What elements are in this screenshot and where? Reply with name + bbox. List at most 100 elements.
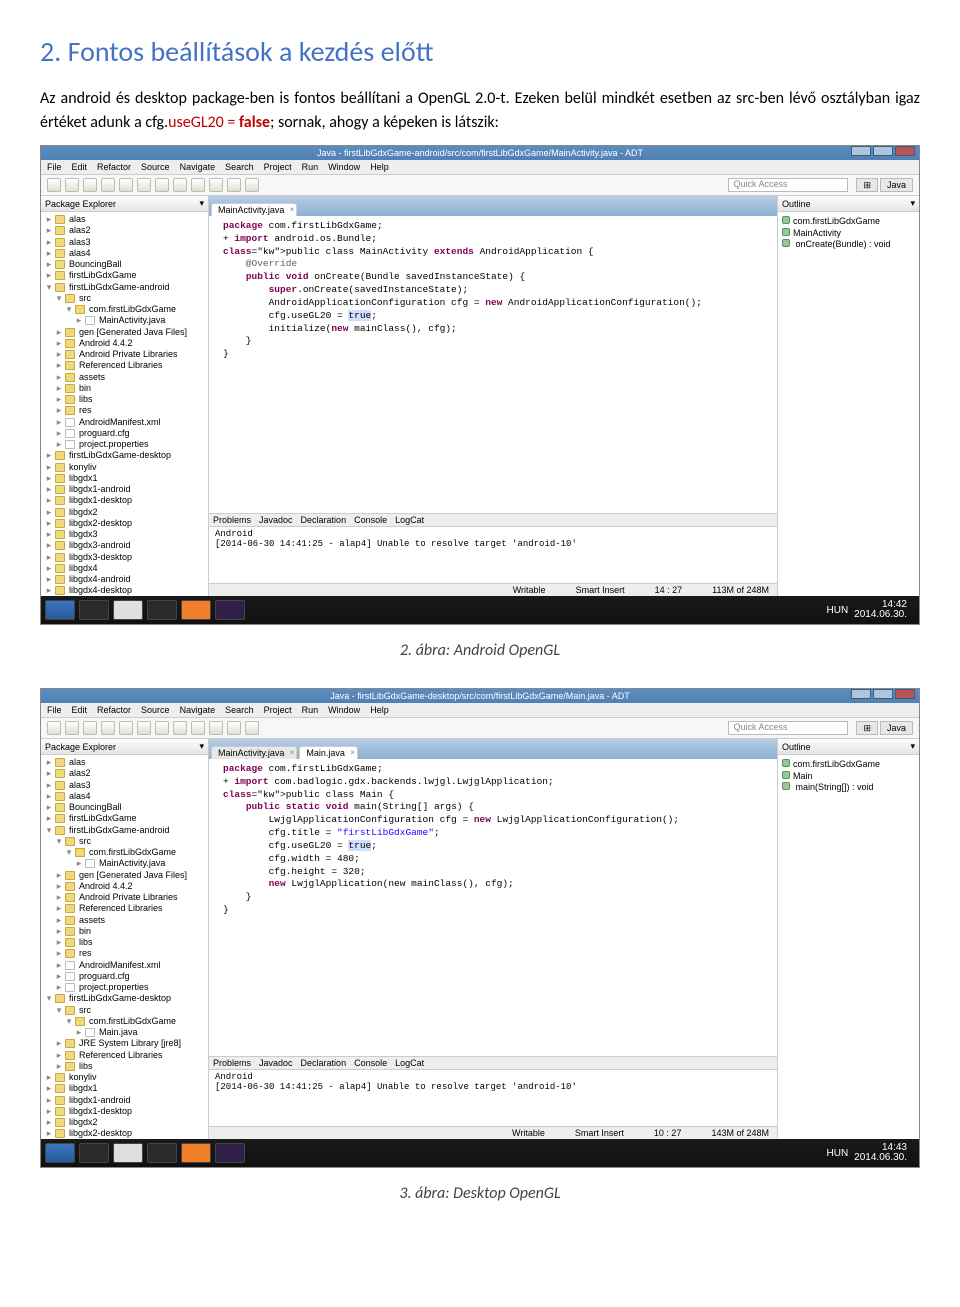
view-tab[interactable]: Outline▾	[778, 196, 919, 212]
system-tray[interactable]: HUN 14:42 2014.06.30.	[827, 600, 916, 621]
toolbar-button[interactable]	[101, 721, 115, 735]
view-tab[interactable]: Outline▾	[778, 739, 919, 755]
toolbar-button[interactable]	[137, 721, 151, 735]
tree-node[interactable]: ▸alas3	[45, 780, 204, 791]
project-tree[interactable]: ▸alas▸alas2▸alas3▸alas4▸BouncingBall▸fir…	[41, 755, 208, 1139]
tree-node[interactable]: ▸alas4	[45, 248, 204, 259]
outline-node[interactable]: com.firstLibGdxGame	[782, 759, 915, 771]
toolbar-button[interactable]	[191, 721, 205, 735]
tree-node[interactable]: ▸libgdx2-desktop	[45, 1128, 204, 1139]
tree-node[interactable]: ▾com.firstLibGdxGame	[45, 1016, 204, 1027]
toolbar-button[interactable]	[155, 178, 169, 192]
menu-item[interactable]: Search	[225, 705, 254, 715]
tree-node[interactable]: ▸libgdx1-desktop	[45, 495, 204, 506]
toolbar-button[interactable]	[47, 178, 61, 192]
console-tab[interactable]: Console	[354, 1058, 387, 1068]
tree-node[interactable]: ▸res	[45, 948, 204, 959]
outline-node[interactable]: com.firstLibGdxGame	[782, 216, 915, 228]
code-editor[interactable]: package com.firstLibGdxGame;+ import and…	[209, 216, 777, 513]
outline-node[interactable]: MainActivity	[782, 228, 915, 240]
outline-tree[interactable]: com.firstLibGdxGameMain main(String[]) :…	[778, 755, 919, 798]
tree-node[interactable]: ▸libgdx2	[45, 507, 204, 518]
toolbar-button[interactable]	[227, 178, 241, 192]
tree-node[interactable]: ▸alas	[45, 757, 204, 768]
toolbar-button[interactable]	[47, 721, 61, 735]
tree-node[interactable]: ▸bin	[45, 383, 204, 394]
tree-node[interactable]: ▸libgdx3	[45, 529, 204, 540]
console-tab[interactable]: Javadoc	[259, 515, 293, 525]
tree-node[interactable]: ▸alas2	[45, 768, 204, 779]
minimize-button[interactable]	[851, 689, 871, 699]
menu-item[interactable]: Source	[141, 162, 170, 172]
console-tab[interactable]: Declaration	[301, 515, 347, 525]
menu-item[interactable]: Help	[370, 705, 389, 715]
menu-item[interactable]: Run	[302, 162, 319, 172]
tree-node[interactable]: ▸alas3	[45, 237, 204, 248]
console-tab[interactable]: Problems	[213, 515, 251, 525]
view-tab[interactable]: Package Explorer▾	[41, 739, 208, 755]
tree-node[interactable]: ▸assets	[45, 372, 204, 383]
view-menu-icon[interactable]: ▾	[199, 741, 204, 752]
menu-item[interactable]: Source	[141, 705, 170, 715]
tree-node[interactable]: ▾com.firstLibGdxGame	[45, 304, 204, 315]
taskbar-app[interactable]	[215, 1143, 245, 1163]
tree-node[interactable]: ▸libgdx4-desktop	[45, 585, 204, 596]
tree-node[interactable]: ▸BouncingBall	[45, 802, 204, 813]
quick-access-input[interactable]: Quick Access	[728, 178, 848, 192]
tree-node[interactable]: ▸libs	[45, 394, 204, 405]
toolbar-button[interactable]	[191, 178, 205, 192]
taskbar-app[interactable]	[147, 1143, 177, 1163]
tree-node[interactable]: ▸libgdx3-desktop	[45, 552, 204, 563]
tree-node[interactable]: ▸Android 4.4.2	[45, 881, 204, 892]
tree-node[interactable]: ▸libgdx1-android	[45, 484, 204, 495]
window-titlebar[interactable]: Java - firstLibGdxGame-android/src/com/f…	[41, 146, 919, 160]
outline-tree[interactable]: com.firstLibGdxGameMainActivity onCreate…	[778, 212, 919, 255]
tree-node[interactable]: ▸libgdx2-desktop	[45, 518, 204, 529]
menu-item[interactable]: File	[47, 705, 62, 715]
open-perspective-button[interactable]: ⊞	[856, 721, 878, 735]
tree-node[interactable]: ▸proguard.cfg	[45, 428, 204, 439]
toolbar-button[interactable]	[119, 721, 133, 735]
menu-item[interactable]: Help	[370, 162, 389, 172]
toolbar-button[interactable]	[119, 178, 133, 192]
editor-tab[interactable]: MainActivity.java×	[211, 746, 297, 759]
taskbar-app[interactable]	[181, 600, 211, 620]
menu-item[interactable]: Edit	[72, 162, 88, 172]
console-tab[interactable]: Javadoc	[259, 1058, 293, 1068]
tree-node[interactable]: ▸gen [Generated Java Files]	[45, 870, 204, 881]
java-perspective-button[interactable]: Java	[880, 178, 913, 192]
taskbar-app[interactable]	[181, 1143, 211, 1163]
tree-node[interactable]: ▾com.firstLibGdxGame	[45, 847, 204, 858]
menu-item[interactable]: Refactor	[97, 705, 131, 715]
system-tray[interactable]: HUN 14:43 2014.06.30.	[827, 1143, 916, 1164]
menu-item[interactable]: Window	[328, 162, 360, 172]
start-button[interactable]	[45, 1143, 75, 1163]
view-menu-icon[interactable]: ▾	[910, 198, 915, 209]
toolbar-button[interactable]	[83, 721, 97, 735]
tree-node[interactable]: ▸bin	[45, 926, 204, 937]
tree-node[interactable]: ▸res	[45, 405, 204, 416]
outline-node[interactable]: onCreate(Bundle) : void	[782, 239, 915, 251]
tree-node[interactable]: ▸MainActivity.java	[45, 858, 204, 869]
taskbar-app[interactable]	[113, 1143, 143, 1163]
console-tab[interactable]: LogCat	[395, 515, 424, 525]
tree-node[interactable]: ▾firstLibGdxGame-android	[45, 282, 204, 293]
tree-node[interactable]: ▸libgdx1-desktop	[45, 1106, 204, 1117]
tree-node[interactable]: ▸konyliv	[45, 1072, 204, 1083]
tree-node[interactable]: ▸proguard.cfg	[45, 971, 204, 982]
project-tree[interactable]: ▸alas▸alas2▸alas3▸alas4▸BouncingBall▸fir…	[41, 212, 208, 596]
toolbar-button[interactable]	[245, 178, 259, 192]
tree-node[interactable]: ▸libgdx4-android	[45, 574, 204, 585]
menu-item[interactable]: Project	[264, 162, 292, 172]
start-button[interactable]	[45, 600, 75, 620]
tree-node[interactable]: ▸BouncingBall	[45, 259, 204, 270]
console-tab[interactable]: Declaration	[301, 1058, 347, 1068]
maximize-button[interactable]	[873, 146, 893, 156]
tree-node[interactable]: ▸libgdx3-android	[45, 540, 204, 551]
toolbar-button[interactable]	[101, 178, 115, 192]
menu-item[interactable]: Run	[302, 705, 319, 715]
quick-access-input[interactable]: Quick Access	[728, 721, 848, 735]
tree-node[interactable]: ▸konyliv	[45, 462, 204, 473]
taskbar-app[interactable]	[79, 600, 109, 620]
view-menu-icon[interactable]: ▾	[910, 741, 915, 752]
